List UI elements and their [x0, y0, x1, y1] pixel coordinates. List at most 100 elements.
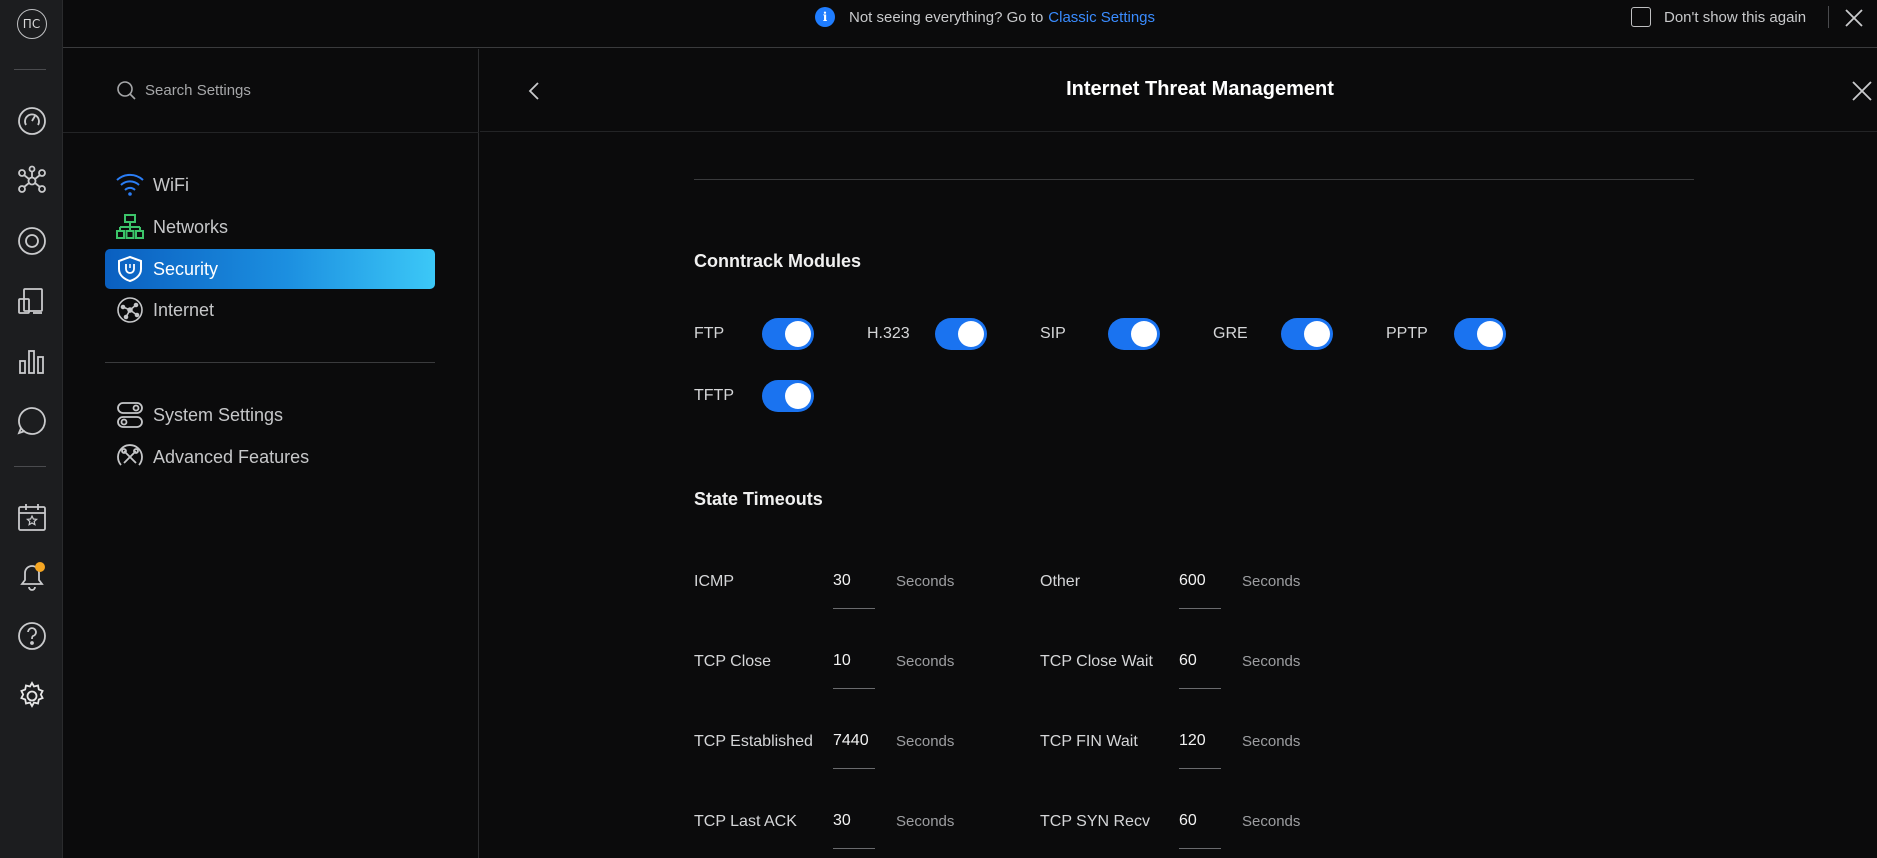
notifications-bell-icon[interactable] [0, 556, 63, 596]
panel-header: Internet Threat Management [480, 49, 1877, 132]
seconds-unit: Seconds [896, 573, 955, 590]
close-panel-button[interactable] [1847, 76, 1877, 106]
shield-icon [115, 254, 145, 284]
seconds-unit: Seconds [1242, 733, 1301, 750]
tcp-last-ack-timeout-input[interactable]: 30 [833, 809, 875, 849]
module-pptp: PPTP [1386, 318, 1506, 350]
conntrack-modules-title: Conntrack Modules [694, 251, 862, 271]
module-ftp: FTP [694, 318, 814, 350]
state-timeouts-title: State Timeouts [694, 489, 823, 509]
h323-toggle[interactable] [935, 318, 987, 350]
help-icon[interactable] [0, 616, 63, 656]
seconds-unit: Seconds [896, 813, 955, 830]
module-label: SIP [1040, 325, 1066, 342]
icmp-timeout-input[interactable]: 30 [833, 569, 875, 609]
tcp-close-timeout-input[interactable]: 10 [833, 649, 875, 689]
ftp-toggle[interactable] [762, 318, 814, 350]
toggles-icon [115, 400, 145, 430]
toggle-knob [1477, 321, 1503, 347]
sip-toggle[interactable] [1108, 318, 1160, 350]
sidebar-item-security[interactable]: Security [105, 249, 435, 289]
module-label: TFTP [694, 387, 734, 404]
module-gre: GRE [1213, 318, 1333, 350]
dashboard-icon[interactable] [0, 101, 63, 141]
statistics-icon[interactable] [0, 341, 63, 381]
timeout-row-tcp-established: TCP Established 7440 Seconds [694, 729, 954, 769]
tools-icon [115, 442, 145, 472]
main-panel: Internet Threat Management Conntrack Mod… [480, 49, 1877, 858]
module-tftp: TFTP [694, 380, 814, 412]
close-icon [1852, 81, 1872, 101]
devices-icon[interactable] [0, 221, 63, 261]
rail-divider [14, 466, 46, 467]
module-label: FTP [694, 325, 725, 342]
insights-icon[interactable] [0, 401, 63, 441]
clients-icon[interactable] [0, 281, 63, 321]
seconds-unit: Seconds [896, 653, 955, 670]
sidebar-item-label: Internet [153, 299, 215, 320]
timeout-row-other: Other 600 Seconds [1040, 569, 1300, 609]
sidebar-item-label: Security [153, 258, 219, 279]
tcp-close-wait-timeout-input[interactable]: 60 [1179, 649, 1221, 689]
banner-divider [1828, 6, 1829, 28]
classic-settings-link[interactable]: Classic Settings [1048, 9, 1155, 26]
tcp-established-timeout-input[interactable]: 7440 [833, 729, 875, 769]
toggle-knob [1131, 321, 1157, 347]
module-sip: SIP [1040, 318, 1160, 350]
settings-gear-icon[interactable] [0, 676, 63, 716]
seconds-unit: Seconds [896, 733, 955, 750]
seconds-unit: Seconds [1242, 813, 1301, 830]
info-icon: i [815, 7, 835, 27]
timeout-label: TCP Last ACK [694, 813, 797, 830]
sidebar-item-label: Advanced Features [153, 446, 310, 467]
toggle-knob [785, 321, 811, 347]
settings-sidebar: Search Settings WiFi Networks Security I… [63, 49, 479, 858]
tcp-syn-recv-timeout-input[interactable]: 60 [1179, 809, 1221, 849]
timeout-row-tcp-fin-wait: TCP FIN Wait 120 Seconds [1040, 729, 1300, 769]
timeout-row-tcp-syn-recv: TCP SYN Recv 60 Seconds [1040, 809, 1300, 849]
user-avatar-button[interactable]: ПС [0, 4, 63, 44]
sidebar-item-advanced-features[interactable]: Advanced Features [105, 437, 435, 477]
module-label: GRE [1213, 325, 1248, 342]
timeout-label: TCP Established [694, 733, 813, 750]
toggle-knob [1304, 321, 1330, 347]
sidebar-item-system-settings[interactable]: System Settings [105, 395, 435, 435]
gre-toggle[interactable] [1281, 318, 1333, 350]
seconds-unit: Seconds [1242, 573, 1301, 590]
timeout-label: TCP Close [694, 653, 772, 670]
sidebar-header-divider [63, 132, 479, 133]
timeout-label: TCP SYN Recv [1040, 813, 1150, 830]
timeout-row-tcp-last-ack: TCP Last ACK 30 Seconds [694, 809, 954, 849]
timeout-row-icmp: ICMP 30 Seconds [694, 569, 954, 609]
sidebar-item-wifi[interactable]: WiFi [105, 165, 435, 205]
events-icon[interactable] [0, 497, 63, 537]
pptp-toggle[interactable] [1454, 318, 1506, 350]
toggle-knob [785, 383, 811, 409]
wifi-icon [115, 170, 145, 200]
globe-icon [115, 295, 145, 325]
tftp-toggle[interactable] [762, 380, 814, 412]
classic-settings-banner: i Not seeing everything? Go to Classic S… [63, 0, 1877, 48]
close-banner-button[interactable] [1839, 3, 1869, 33]
dont-show-again-checkbox[interactable] [1631, 7, 1651, 27]
networks-icon [115, 212, 145, 242]
sidebar-item-label: Networks [153, 216, 229, 237]
sidebar-item-internet[interactable]: Internet [105, 290, 435, 330]
search-placeholder: Search Settings [145, 81, 251, 99]
section-divider [694, 179, 1694, 180]
other-timeout-input[interactable]: 600 [1179, 569, 1221, 609]
sidebar-divider [105, 362, 435, 363]
dont-show-again-option[interactable]: Don't show this again [1631, 7, 1806, 27]
app-rail: ПС [0, 0, 63, 858]
search-settings-input[interactable]: Search Settings [115, 79, 251, 101]
rail-divider [14, 69, 46, 70]
timeout-row-tcp-close: TCP Close 10 Seconds [694, 649, 954, 689]
dont-show-again-label: Don't show this again [1664, 8, 1807, 26]
avatar: ПС [16, 9, 47, 39]
module-label: PPTP [1386, 325, 1428, 342]
close-icon [1845, 9, 1863, 27]
topology-icon[interactable] [0, 161, 63, 201]
sidebar-item-networks[interactable]: Networks [105, 207, 435, 247]
tcp-fin-wait-timeout-input[interactable]: 120 [1179, 729, 1221, 769]
toggle-knob [958, 321, 984, 347]
